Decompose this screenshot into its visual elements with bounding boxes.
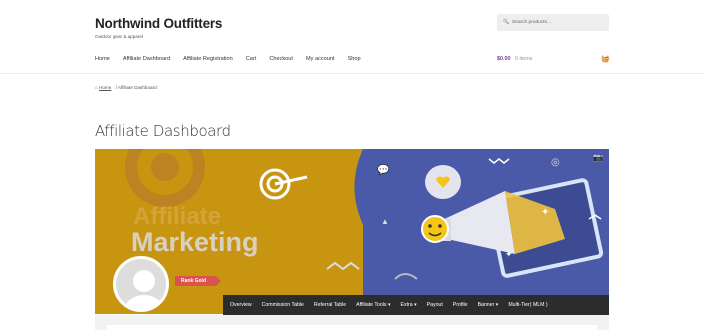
tab-affiliate-tools[interactable]: Affiliate Tools ▾: [356, 302, 390, 308]
dashboard-tabs: Overview Commission Table Referral Table…: [223, 295, 609, 315]
tab-payout[interactable]: Payout: [427, 302, 443, 308]
tab-overview[interactable]: Overview: [230, 302, 252, 308]
tab-profile[interactable]: Profile: [453, 302, 468, 308]
nav-affiliate-dashboard[interactable]: Affiliate Dashboard: [123, 56, 170, 62]
search-placeholder: Search products…: [511, 20, 552, 25]
tab-banner[interactable]: Banner ▾: [478, 302, 499, 308]
search-icon: 🔍: [503, 20, 509, 25]
tab-referral-table[interactable]: Referral Table: [314, 302, 346, 308]
cart-item-count: 0 items: [515, 56, 533, 62]
breadcrumb-home[interactable]: Home: [99, 85, 111, 90]
nav-home[interactable]: Home: [95, 56, 110, 62]
basket-icon[interactable]: 🧺: [601, 55, 610, 63]
nav-checkout[interactable]: Checkout: [269, 56, 293, 62]
breadcrumb-current: Affiliate Dashboard: [117, 85, 157, 90]
profile-cover-banner: Affiliate Marketing ✦ ✦ ▲ 💬 ◎: [95, 149, 609, 314]
breadcrumb-separator: /: [115, 85, 117, 90]
banner-heading-line1: Affiliate: [133, 203, 221, 230]
nav-my-account[interactable]: My account: [306, 56, 335, 62]
svg-text:✦: ✦: [541, 207, 549, 218]
svg-text:✦: ✦: [505, 249, 513, 259]
dashboard-content-panel: [107, 325, 597, 335]
avatar[interactable]: [113, 256, 169, 312]
tab-multi-tier[interactable]: Multi-Tier( MLM ): [508, 302, 547, 308]
page-title: Affiliate Dashboard: [95, 122, 231, 140]
site-header: Northwind Outfitters Outdoor gear & appa…: [0, 0, 704, 74]
tab-commission-table[interactable]: Commission Table: [262, 302, 304, 308]
site-branding: Northwind Outfitters Outdoor gear & appa…: [95, 16, 222, 39]
nav-shop[interactable]: Shop: [348, 56, 361, 62]
tab-extra[interactable]: Extra ▾: [401, 302, 417, 308]
camera-icon[interactable]: 📷: [593, 153, 603, 162]
banner-illustration: Affiliate Marketing ✦ ✦ ▲ 💬 ◎: [125, 149, 609, 314]
breadcrumb: ⌂ Home / Affiliate Dashboard: [95, 85, 157, 90]
svg-text:💬: 💬: [377, 163, 390, 176]
cart-amount: $0.00: [497, 56, 511, 62]
home-icon: ⌂: [95, 85, 98, 90]
search-input[interactable]: 🔍 Search products…: [497, 14, 609, 31]
site-title[interactable]: Northwind Outfitters: [95, 16, 222, 31]
banner-heading-line2: Marketing: [131, 227, 259, 257]
nav-cart[interactable]: Cart: [246, 56, 257, 62]
cart-summary[interactable]: $0.00 0 items: [497, 56, 532, 62]
primary-navigation: Home Affiliate Dashboard Affiliate Regis…: [95, 56, 374, 62]
nav-affiliate-registration[interactable]: Affiliate Registration: [183, 56, 233, 62]
svg-text:◎: ◎: [551, 157, 560, 168]
svg-text:▲: ▲: [381, 217, 389, 226]
site-tagline: Outdoor gear & apparel: [95, 34, 144, 39]
rank-badge: Rank Gold: [175, 276, 222, 286]
